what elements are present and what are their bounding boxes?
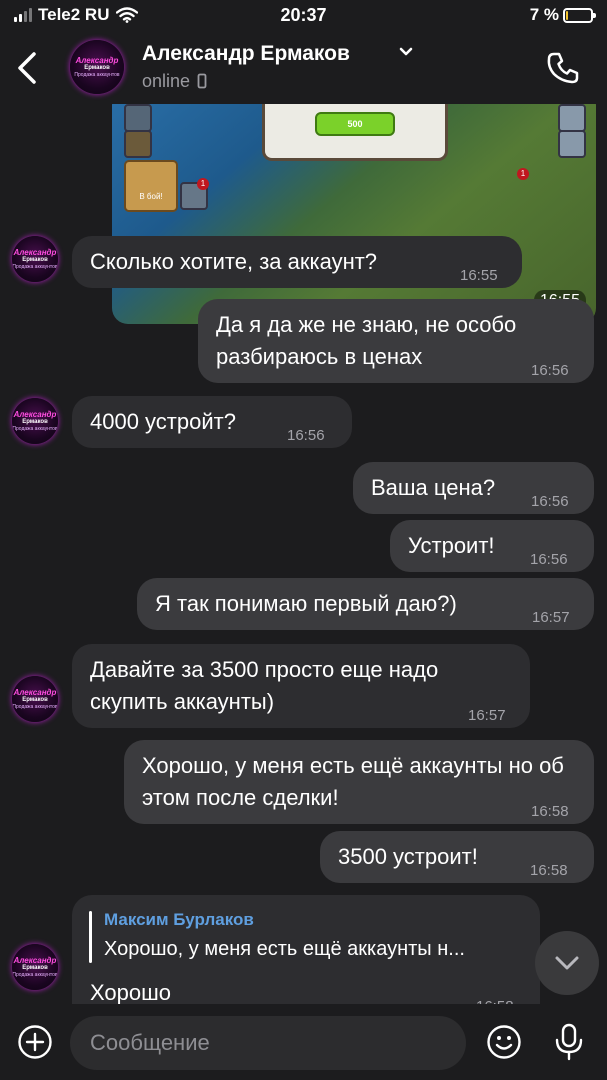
emoji-button[interactable] bbox=[486, 1024, 522, 1065]
reply-bar bbox=[89, 911, 92, 963]
composer bbox=[0, 1004, 607, 1080]
chat-header: Александр Ермаков Продажа аккаунтов Алек… bbox=[0, 32, 607, 104]
message-input[interactable] bbox=[70, 1016, 466, 1070]
message-list[interactable]: 500 В бой! 1 1 16:55 Александр Ермаков П… bbox=[0, 104, 607, 1004]
message-bubble[interactable]: Я так понимаю первый даю?) 16:57 bbox=[137, 578, 594, 630]
reply-preview[interactable]: Хорошо, у меня есть ещё аккаунты н... bbox=[104, 935, 465, 963]
message-bubble[interactable]: 4000 устройт? 16:56 bbox=[72, 396, 352, 448]
avatar[interactable]: Александр Ермаков Продажа аккаунтов bbox=[12, 236, 58, 282]
tool-icon bbox=[124, 130, 152, 158]
message-time: 16:57 bbox=[532, 609, 570, 626]
image-message[interactable]: 500 В бой! 1 1 16:55 bbox=[112, 104, 596, 324]
message-bubble[interactable]: Давайте за 3500 просто еще надо скупить … bbox=[72, 644, 530, 728]
message-time: 16:58 bbox=[476, 991, 514, 1004]
contact-name[interactable]: Александр Ермаков bbox=[142, 42, 350, 66]
mobile-device-icon bbox=[197, 73, 207, 89]
scroll-down-button[interactable] bbox=[535, 931, 599, 995]
message-time: 16:58 bbox=[531, 803, 569, 820]
tool-icon bbox=[558, 104, 586, 132]
avatar[interactable]: Александр Ермаков Продажа аккаунтов bbox=[12, 398, 58, 444]
contact-status: online bbox=[142, 71, 207, 92]
chevron-left-icon bbox=[18, 52, 36, 84]
battery-icon bbox=[563, 7, 596, 23]
message-time: 16:56 bbox=[531, 493, 569, 510]
chevron-down-icon[interactable] bbox=[398, 46, 414, 58]
clock: 20:37 bbox=[280, 5, 327, 25]
settings-icon bbox=[558, 130, 586, 158]
message-bubble[interactable]: Максим Бурлаков Хорошо, у меня есть ещё … bbox=[72, 895, 540, 1004]
message-time: 16:56 bbox=[530, 551, 568, 568]
message-bubble[interactable]: Да я да же не знаю, не особо разбираюсь … bbox=[198, 299, 594, 383]
notification-badge: 1 bbox=[197, 178, 209, 190]
message-bubble[interactable]: Устроит! 16:56 bbox=[390, 520, 594, 572]
message-time: 16:58 bbox=[530, 862, 568, 879]
message-bubble[interactable]: 3500 устроит! 16:58 bbox=[320, 831, 594, 883]
attach-button[interactable] bbox=[17, 1024, 53, 1065]
message-time: 16:55 bbox=[460, 267, 498, 284]
voice-button[interactable] bbox=[553, 1022, 585, 1067]
battery-percent: 7 % bbox=[529, 5, 559, 24]
reply-author[interactable]: Максим Бурлаков bbox=[104, 909, 254, 931]
message-time: 16:56 bbox=[287, 427, 325, 444]
avatar[interactable]: Александр Ермаков Продажа аккаунтов bbox=[12, 944, 58, 990]
message-bubble[interactable]: Ваша цена? 16:56 bbox=[353, 462, 594, 514]
avatar[interactable]: Александр Ермаков Продажа аккаунтов bbox=[12, 676, 58, 722]
message-bubble[interactable]: Сколько хотите, за аккаунт? 16:55 bbox=[72, 236, 522, 288]
avatar[interactable]: Александр Ермаков Продажа аккаунтов bbox=[70, 40, 124, 94]
call-button[interactable] bbox=[545, 50, 581, 91]
tool-icon bbox=[124, 104, 152, 132]
plus-circle-icon bbox=[18, 1025, 52, 1059]
battle-icon: В бой! bbox=[124, 160, 178, 212]
back-button[interactable] bbox=[14, 50, 44, 86]
message-time: 16:57 bbox=[468, 707, 506, 724]
status-bar: Tele2 RU 20:37 7 % bbox=[0, 0, 607, 32]
message-time: 16:56 bbox=[531, 362, 569, 379]
chevron-down-icon bbox=[555, 956, 579, 970]
smiley-icon bbox=[487, 1025, 521, 1059]
microphone-icon bbox=[555, 1023, 583, 1061]
message-bubble[interactable]: Хорошо, у меня есть ещё аккаунты но об э… bbox=[124, 740, 594, 824]
game-dialog: 500 bbox=[262, 104, 448, 161]
notification-badge: 1 bbox=[517, 168, 529, 180]
phone-icon bbox=[547, 52, 579, 84]
